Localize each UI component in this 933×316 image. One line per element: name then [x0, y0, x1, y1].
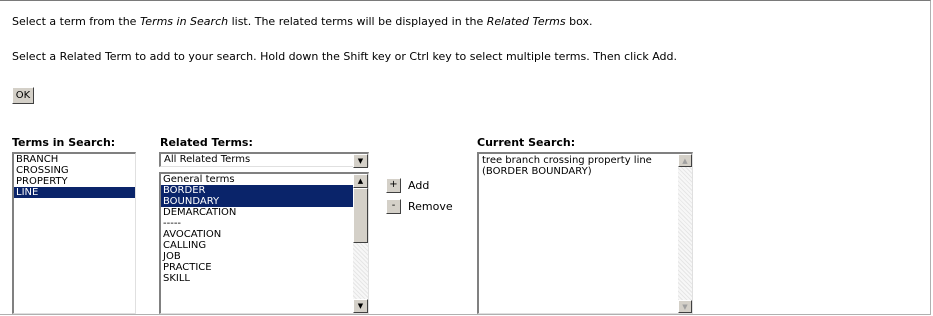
list-item[interactable]: CROSSING: [14, 165, 135, 176]
filter-selected-value: All Related Terms: [164, 154, 251, 165]
scroll-thumb[interactable]: [353, 188, 368, 243]
scroll-up-icon[interactable]: ▲: [353, 174, 368, 188]
instruction-emphasis: Terms in Search: [139, 15, 229, 28]
list-item[interactable]: LINE: [14, 187, 135, 198]
terms-in-search-label: Terms in Search:: [12, 136, 116, 149]
list-item[interactable]: General terms: [161, 174, 368, 185]
instruction-text: box.: [565, 15, 593, 28]
list-item[interactable]: -----: [161, 218, 368, 229]
list-item[interactable]: BRANCH: [14, 154, 135, 165]
instruction-text: Select a term from the: [12, 15, 140, 28]
terms-in-search-list[interactable]: BRANCH CROSSING PROPERTY LINE: [12, 152, 136, 314]
current-search-label: Current Search:: [477, 136, 576, 149]
list-item[interactable]: PROPERTY: [14, 176, 135, 187]
related-terms-filter-select[interactable]: All Related Terms ▼: [159, 152, 369, 168]
related-terms-label: Related Terms:: [160, 136, 253, 149]
instruction-line-2: Select a Related Term to add to your sea…: [12, 50, 678, 63]
current-search-text: tree branch crossing property line (BORD…: [482, 155, 652, 177]
chevron-down-icon[interactable]: ▼: [353, 154, 368, 168]
page-frame: [0, 0, 931, 315]
list-item[interactable]: DEMARCATION: [161, 207, 368, 218]
remove-button[interactable]: -: [386, 199, 401, 214]
current-search-textarea[interactable]: tree branch crossing property line (BORD…: [477, 152, 693, 314]
list-item[interactable]: CALLING: [161, 240, 368, 251]
list-item[interactable]: JOB: [161, 251, 368, 262]
remove-label[interactable]: Remove: [408, 200, 453, 213]
scroll-down-icon[interactable]: ▼: [353, 299, 368, 313]
instruction-line-1: Select a term from the Terms in Search l…: [12, 15, 593, 28]
list-item[interactable]: BOUNDARY: [161, 196, 368, 207]
instruction-emphasis: Related Terms: [486, 15, 566, 28]
related-terms-scrollbar[interactable]: ▲ ▼: [353, 174, 368, 313]
list-item[interactable]: PRACTICE: [161, 262, 368, 273]
add-label[interactable]: Add: [408, 179, 429, 192]
related-terms-list[interactable]: General terms BORDER BOUNDARY DEMARCATION --…: [159, 172, 369, 314]
list-item[interactable]: BORDER: [161, 185, 368, 196]
instruction-text: list. The related terms will be displaye…: [228, 15, 487, 28]
ok-button[interactable]: OK: [12, 87, 34, 104]
scroll-up-icon[interactable]: ▲: [678, 154, 692, 167]
scroll-down-icon[interactable]: ▼: [678, 300, 692, 313]
list-item[interactable]: SKILL: [161, 273, 368, 284]
add-button[interactable]: +: [386, 178, 401, 193]
current-search-scrollbar[interactable]: ▲ ▼: [678, 154, 692, 313]
list-item[interactable]: AVOCATION: [161, 229, 368, 240]
